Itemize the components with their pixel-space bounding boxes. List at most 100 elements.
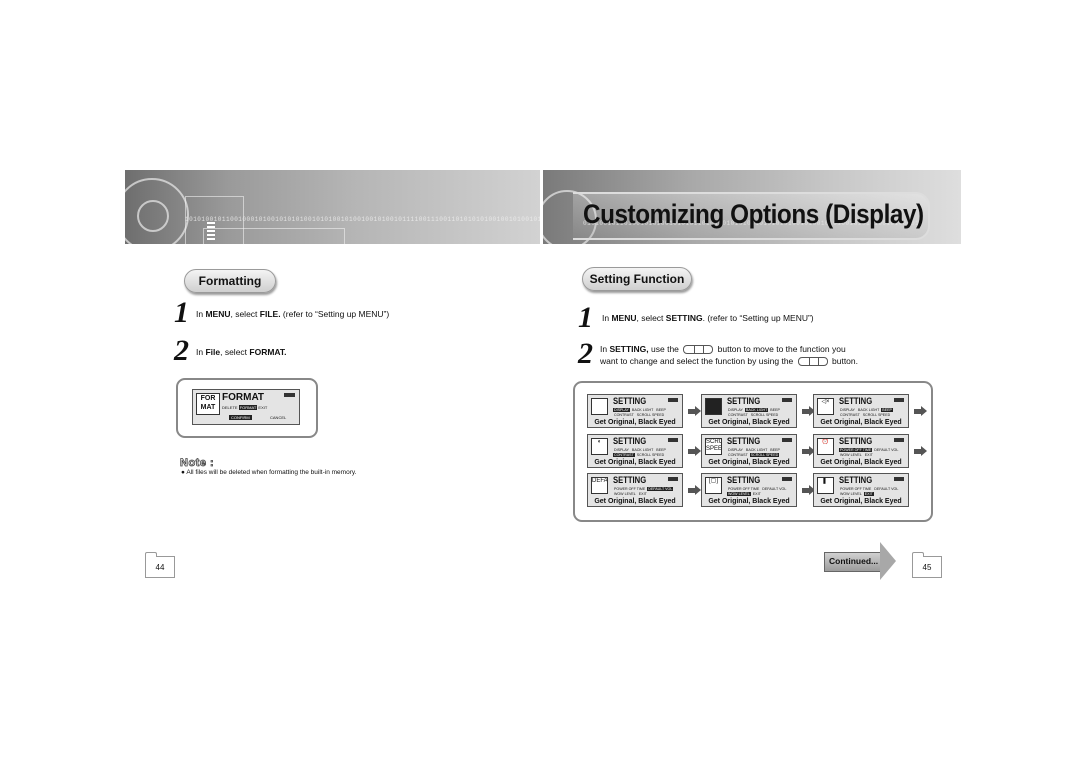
option: CONTRAST <box>614 413 634 417</box>
option: POWER OFF TIME <box>614 487 646 491</box>
text: (refer to “Setting up MENU”) <box>280 309 390 319</box>
option: POWER OFF TIME <box>840 487 872 491</box>
lcd-options: DELETE FORMAT EXIT <box>222 405 267 410</box>
option: POWER OFF TIME <box>728 487 760 491</box>
keyword: MENU <box>205 309 231 319</box>
option-selected: BACK LIGHT <box>744 408 769 412</box>
option-row: POWER OFF TIME DEFAULT VOL <box>727 487 787 492</box>
section-pill-setting-function: Setting Function <box>582 267 692 291</box>
step-number: 2 <box>174 334 189 367</box>
text: , select <box>220 347 250 357</box>
song-title: Get Original, Black Eyed <box>594 419 676 426</box>
battery-icon <box>668 398 678 402</box>
page-number: 45 <box>922 563 932 572</box>
confirm-button: CONFIRM <box>229 415 252 420</box>
option: WOW LEVEL <box>840 492 862 496</box>
lcd-title: FORMAT <box>222 392 265 403</box>
text: button. <box>829 356 858 366</box>
option: BACK LIGHT <box>631 408 654 412</box>
monitor-icon <box>591 398 608 415</box>
bullet-icon: ● <box>181 469 185 476</box>
option-selected: WOW LEVEL <box>727 492 751 496</box>
song-title: Get Original, Black Eyed <box>594 459 676 466</box>
keyword: SETTING <box>665 313 703 323</box>
text: , select <box>636 313 666 323</box>
option-row: DISPLAY BACK LIGHT BEEP <box>613 408 667 413</box>
note-body: All files will be deleted when formattin… <box>186 469 357 476</box>
battery-icon <box>894 477 904 481</box>
step-2-text: In File, select FORMAT. <box>196 346 287 358</box>
option-selected: SCROLL SPEED <box>749 453 780 457</box>
step-number: 1 <box>174 296 189 329</box>
text: want to change and select the function b… <box>600 356 796 366</box>
alarm-clock-icon: ⏰ <box>817 438 834 455</box>
continued-label: Continued... <box>829 556 879 566</box>
keyword: MENU <box>611 313 637 323</box>
option: CONTRAST <box>840 413 860 417</box>
battery-icon <box>782 477 792 481</box>
format-screen-frame: FOR MAT FORMAT DELETE FORMAT EXIT CONFIR… <box>176 378 318 438</box>
page-number-right: 45 <box>912 552 942 578</box>
text: , select <box>230 309 260 319</box>
exit-door-icon: ▌ <box>817 477 834 494</box>
option: EXIT <box>258 405 268 410</box>
step-1-text: In MENU, select SETTING. (refer to “Sett… <box>602 312 814 324</box>
screen-title: SETTING <box>839 436 873 446</box>
option-selected: POWER OFF TIME <box>839 448 873 452</box>
option-row: DISPLAY BACK LIGHT BEEP <box>727 448 781 453</box>
option: DISPLAY <box>840 408 855 412</box>
option: DEFAULT VOL <box>874 487 899 491</box>
disc-center-graphic <box>137 200 169 232</box>
next-arrow-icon <box>802 448 809 454</box>
page-number-left: 44 <box>145 552 175 578</box>
option-selected: BEEP <box>881 408 893 412</box>
icon-text: FOR <box>200 395 216 402</box>
section-title: Formatting <box>198 274 262 288</box>
option: EXIT <box>864 453 873 457</box>
option: DISPLAY <box>728 448 743 452</box>
option: EXIT <box>638 492 647 496</box>
cancel-button: CANCEL <box>270 415 287 420</box>
option-selected: EXIT <box>863 492 874 496</box>
setting-screen: ▌ SETTING POWER OFF TIME DEFAULT VOL WOW L… <box>813 473 909 507</box>
next-arrow-head-icon <box>921 446 927 456</box>
setting-screens-frame: SETTING DISPLAY BACK LIGHT BEEP CONTRAST … <box>573 381 933 522</box>
text: . (refer to “Setting up MENU”) <box>702 313 814 323</box>
option-selected: FORMAT <box>238 405 258 410</box>
setting-screen: ⏰ SETTING POWER OFF TIME DEFAULT VOL WOW L… <box>813 434 909 468</box>
song-title: Get Original, Black Eyed <box>820 459 902 466</box>
navigation-button-icon <box>683 345 714 355</box>
option: SCROLL SPEED <box>750 413 779 417</box>
setting-screen: DEFAULT SETTING POWER OFF TIME DEFAULT VOL… <box>587 473 683 507</box>
option-row: WOW LEVEL EXIT <box>839 492 874 497</box>
next-arrow-icon <box>688 448 695 454</box>
option-row: CONTRAST SCROLL SPEED <box>613 453 665 458</box>
option: BEEP <box>656 448 666 452</box>
left-header-banner: 1010100101100100010100101010100101010010… <box>125 170 540 244</box>
option-row: DISPLAY BACK LIGHT BEEP <box>839 408 893 413</box>
option: SCROLL SPEED <box>636 453 665 457</box>
option: BACK LIGHT <box>631 448 654 452</box>
step-number: 2 <box>578 337 593 370</box>
option-row: CONTRAST SCROLL SPEED <box>727 453 780 458</box>
next-arrow-icon <box>688 487 695 493</box>
option: CONTRAST <box>728 453 748 457</box>
default-volume-icon: DEFAULT <box>591 477 608 494</box>
keyword: FILE. <box>259 309 281 319</box>
screen-title: SETTING <box>727 436 761 446</box>
wow-level-icon: [▢] <box>705 477 722 494</box>
keyword: File <box>205 347 221 357</box>
format-icon: FOR MAT <box>196 393 220 415</box>
option: DISPLAY <box>614 448 629 452</box>
screen-title: SETTING <box>613 436 647 446</box>
keyword: SETTING, <box>609 344 649 354</box>
screen-title: SETTING <box>727 475 761 485</box>
next-arrow-icon <box>688 408 695 414</box>
note-text: ● All files will be deleted when formatt… <box>181 469 356 476</box>
option: DEFAULT VOL <box>762 487 787 491</box>
step-number: 1 <box>578 301 593 334</box>
screen-title: SETTING <box>613 396 647 406</box>
right-header-banner: 0101001011010010101001010101101010010101… <box>543 170 961 244</box>
song-title: Get Original, Black Eyed <box>594 498 676 505</box>
option-row: POWER OFF TIME DEFAULT VOL <box>613 487 674 492</box>
